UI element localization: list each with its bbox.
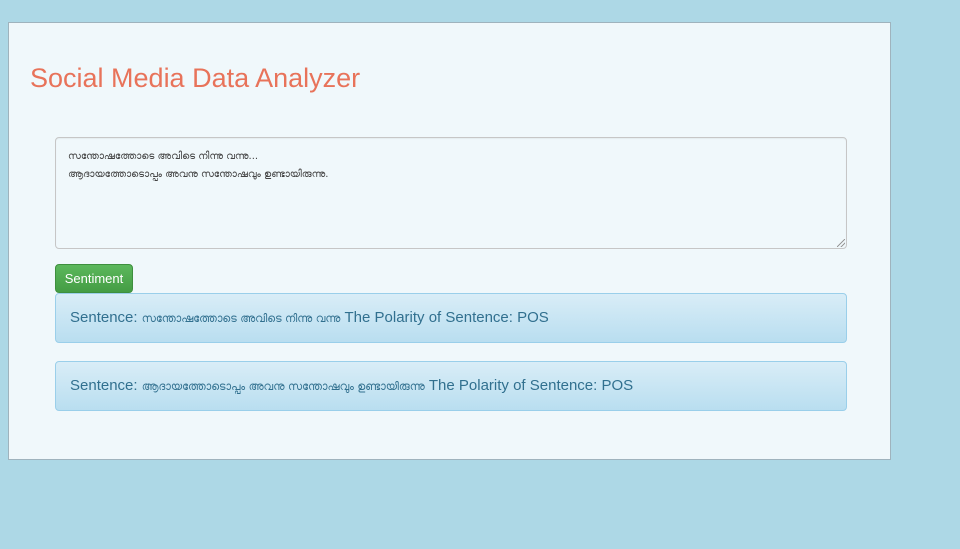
result-polarity-value: POS xyxy=(517,309,549,326)
text-input-area[interactable]: സന്തോഷത്തോടെ അവിടെ നിന്നു വന്നു... ആദായത… xyxy=(55,137,847,249)
input-line-2[interactable]: ആദായത്തോടൊപ്പം അവനു സന്തോഷവും ഉണ്ടായിരുന… xyxy=(68,166,834,184)
result-polarity-label: The Polarity of Sentence: xyxy=(344,309,513,326)
result-sentence: സന്തോഷത്തോടെ അവിടെ നിന്നു വന്നു xyxy=(141,312,341,325)
result-alert-1: Sentence: സന്തോഷത്തോടെ അവിടെ നിന്നു വന്ന… xyxy=(55,293,847,343)
result-polarity-label: The Polarity of Sentence: xyxy=(428,377,598,394)
result-prefix: Sentence: xyxy=(70,309,138,326)
result-prefix: Sentence: xyxy=(70,377,138,394)
page-title: Social Media Data Analyzer xyxy=(30,63,361,93)
main-panel: Social Media Data Analyzer സന്തോഷത്തോടെ … xyxy=(8,22,891,460)
result-alert-2: Sentence: ആദായത്തോടൊപ്പം അവനു സന്തോഷവും … xyxy=(55,361,847,411)
sentiment-button[interactable]: Sentiment xyxy=(55,264,133,293)
resize-grip-icon[interactable] xyxy=(837,239,845,247)
result-polarity-value: POS xyxy=(601,377,634,394)
result-sentence: ആദായത്തോടൊപ്പം അവനു സന്തോഷവും ഉണ്ടായിരുന… xyxy=(141,380,425,393)
input-line-1[interactable]: സന്തോഷത്തോടെ അവിടെ നിന്നു വന്നു... xyxy=(68,148,834,166)
